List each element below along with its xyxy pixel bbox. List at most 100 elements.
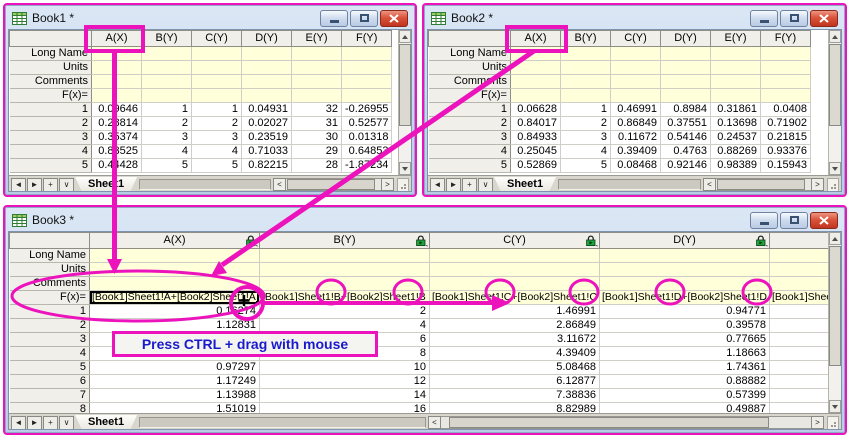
cell[interactable]: 0.71902	[761, 117, 811, 131]
cell[interactable]: 1.51019	[90, 403, 260, 414]
fx-formula-cell[interactable]: [Book1]Sheet1!B+[Book2]Sheet1!B	[260, 291, 430, 305]
cell[interactable]	[92, 47, 142, 61]
cell[interactable]: 4	[260, 319, 430, 333]
column-header[interactable]: C(Y)	[192, 31, 242, 47]
row-label[interactable]: Comments	[10, 277, 90, 291]
cell[interactable]	[192, 75, 242, 89]
column-header[interactable]: D(Y)	[661, 31, 711, 47]
scroll-left-icon[interactable]: <	[428, 416, 441, 429]
column-header[interactable]: E(Y)	[711, 31, 761, 47]
row-number[interactable]: 3	[429, 131, 511, 145]
cell[interactable]	[661, 61, 711, 75]
row-label[interactable]: Long Name	[429, 47, 511, 61]
cell[interactable]	[761, 89, 811, 103]
cell[interactable]: 5	[561, 159, 611, 173]
cell[interactable]	[761, 47, 811, 61]
resize-grip[interactable]	[827, 178, 839, 192]
cell[interactable]: 2	[561, 117, 611, 131]
vertical-scrollbar[interactable]	[828, 30, 841, 175]
row-number[interactable]: 4	[10, 347, 90, 361]
vertical-scrollbar[interactable]	[398, 30, 411, 175]
book2-titlebar[interactable]: Book2 *	[427, 5, 842, 29]
column-header[interactable]: C(Y)	[611, 31, 661, 47]
cell[interactable]: 3	[142, 131, 192, 145]
row-number[interactable]: 8	[10, 403, 90, 414]
scroll-up-icon[interactable]	[399, 30, 411, 43]
scroll-thumb[interactable]	[449, 417, 769, 428]
cell[interactable]	[511, 47, 561, 61]
cell[interactable]	[661, 89, 711, 103]
cell[interactable]	[142, 89, 192, 103]
tab-list-button[interactable]: ∨	[59, 178, 74, 192]
corner-cell[interactable]	[10, 233, 90, 249]
cell[interactable]: 4	[192, 145, 242, 159]
lock-icon[interactable]	[245, 235, 258, 247]
row-number[interactable]: 2	[10, 117, 92, 131]
scroll-thumb[interactable]	[287, 179, 375, 190]
cell[interactable]: 0.06628	[511, 103, 561, 117]
cell[interactable]	[90, 263, 260, 277]
cell[interactable]: 0.57399	[600, 389, 770, 403]
cell[interactable]	[561, 61, 611, 75]
column-header[interactable]: D(Y)	[600, 233, 770, 249]
book1-titlebar[interactable]: Book1 *	[8, 5, 412, 29]
cell[interactable]	[242, 75, 292, 89]
row-number[interactable]: 1	[429, 103, 511, 117]
cell[interactable]	[342, 75, 392, 89]
row-label[interactable]: F(x)=	[10, 291, 90, 305]
column-header[interactable]: B(Y)	[142, 31, 192, 47]
cell[interactable]	[561, 47, 611, 61]
cell[interactable]: 0.8984	[661, 103, 711, 117]
cell[interactable]: 8	[260, 347, 430, 361]
cell[interactable]: 0.46991	[611, 103, 661, 117]
cell[interactable]: 3	[192, 131, 242, 145]
scroll-thumb[interactable]	[829, 44, 841, 126]
cell[interactable]: 5	[142, 159, 192, 173]
cell[interactable]	[511, 61, 561, 75]
cell[interactable]: 0.64853	[342, 145, 392, 159]
fx-formula-cell[interactable]: [Book1]Sheet1!D+[Book2]Sheet1!D	[600, 291, 770, 305]
row-number[interactable]: 3	[10, 333, 90, 347]
tab-add-button[interactable]: +	[462, 178, 477, 192]
scroll-up-icon[interactable]	[829, 30, 841, 43]
cell[interactable]	[92, 75, 142, 89]
row-label[interactable]: Comments	[10, 75, 92, 89]
cell[interactable]: 0.94771	[600, 305, 770, 319]
cell[interactable]	[92, 61, 142, 75]
cell[interactable]: 0.88882	[600, 375, 770, 389]
cell[interactable]	[342, 47, 392, 61]
lock-icon[interactable]	[585, 235, 598, 247]
cell[interactable]	[761, 61, 811, 75]
cell[interactable]: 1.46991	[430, 305, 600, 319]
cell[interactable]	[430, 263, 600, 277]
tab-next-button[interactable]: ►	[27, 178, 42, 192]
cell[interactable]	[192, 89, 242, 103]
lock-icon[interactable]	[415, 235, 428, 247]
cell[interactable]: 0.0408	[761, 103, 811, 117]
maximize-button[interactable]	[780, 212, 808, 229]
horizontal-scrollbar[interactable]: < >	[428, 416, 824, 430]
horizontal-scrollbar[interactable]: < >	[703, 178, 824, 192]
sheet-tab[interactable]: Sheet1	[75, 177, 137, 192]
minimize-button[interactable]	[750, 10, 778, 27]
cell[interactable]: 4	[142, 145, 192, 159]
cell[interactable]	[600, 249, 770, 263]
column-header[interactable]: A(X)	[92, 31, 142, 47]
cell[interactable]: 2	[142, 117, 192, 131]
lock-icon[interactable]	[755, 235, 768, 247]
cell[interactable]: 0.01318	[342, 131, 392, 145]
cell[interactable]: 32	[292, 103, 342, 117]
cell[interactable]	[142, 75, 192, 89]
fx-formula-cell[interactable]: [Book1]Sheet1!C+[Book2]Sheet1!C	[430, 291, 600, 305]
row-number[interactable]: 3	[10, 131, 92, 145]
cell[interactable]: 0.77665	[600, 333, 770, 347]
cell[interactable]: 0.09646	[92, 103, 142, 117]
cell[interactable]: 10	[260, 361, 430, 375]
row-label[interactable]: Units	[10, 263, 90, 277]
cell[interactable]: 16	[260, 403, 430, 414]
cell[interactable]: 0.02027	[242, 117, 292, 131]
fx-formula-cell-selected[interactable]: [Book1]Sheet1!A+[Book2]Sheet1!A	[90, 291, 260, 305]
row-label[interactable]: F(x)=	[429, 89, 511, 103]
cell[interactable]: 1.12831	[90, 319, 260, 333]
cell[interactable]	[511, 75, 561, 89]
